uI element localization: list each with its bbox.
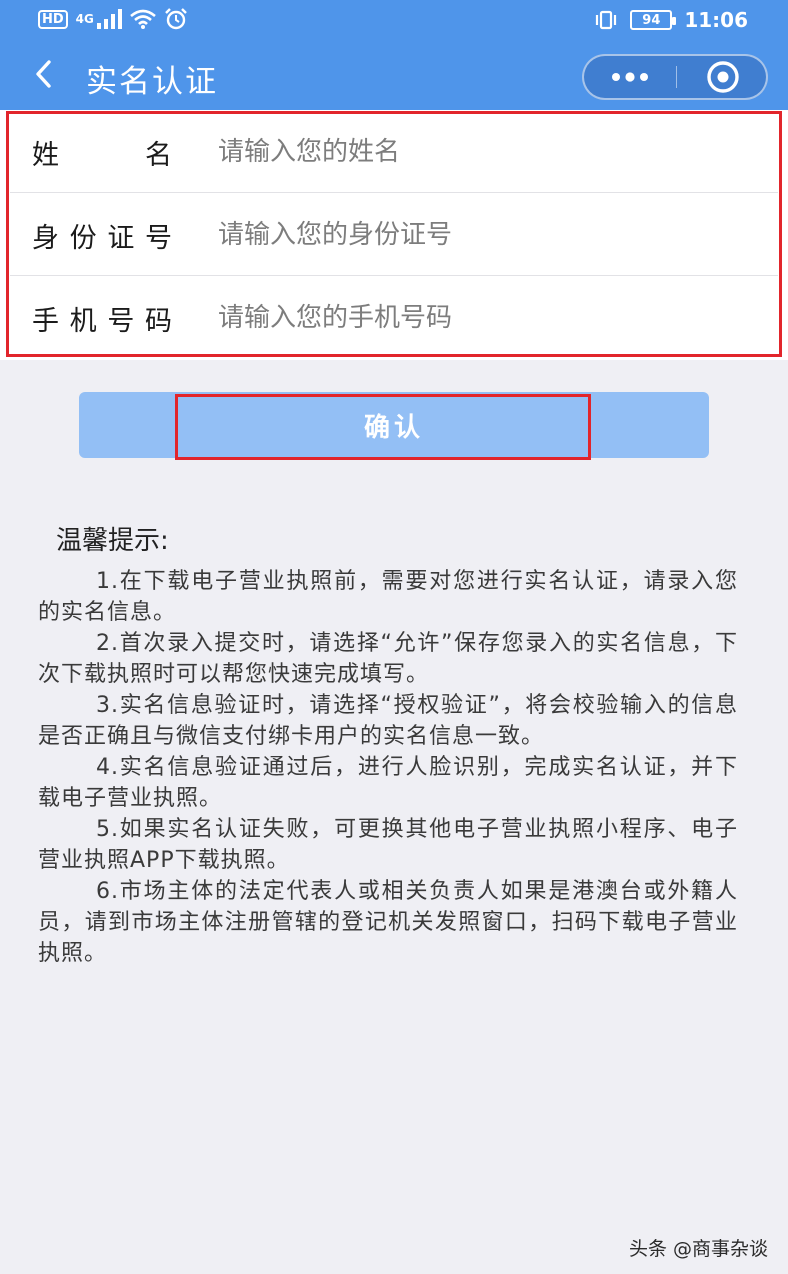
more-button[interactable] bbox=[584, 56, 676, 98]
realname-form: 姓名 身份证号 手机号码 bbox=[0, 110, 788, 360]
form-row-phone: 手机号码 bbox=[0, 276, 788, 359]
alarm-icon bbox=[165, 8, 187, 30]
tips-list: 1.在下载电子营业执照前，需要对您进行实名认证，请录入您的实名信息。 2.首次录… bbox=[38, 566, 738, 969]
tip-item: 3.实名信息验证时，请选择“授权验证”，将会校验输入的信息是否正确且与微信支付绑… bbox=[38, 693, 738, 749]
status-right-group: 94 11:06 bbox=[594, 8, 748, 32]
phone-input[interactable] bbox=[218, 290, 758, 346]
more-dots-icon bbox=[612, 72, 648, 82]
form-row-name: 姓名 bbox=[0, 110, 788, 193]
status-left-group: HD 4G bbox=[38, 8, 188, 30]
network-type-label: 4G bbox=[75, 12, 94, 26]
status-bar: HD 4G 94 11:06 bbox=[0, 0, 788, 40]
chevron-left-icon bbox=[36, 60, 51, 88]
name-label: 姓名 bbox=[32, 140, 172, 171]
header: HD 4G 94 11:06 实名认证 bbox=[0, 0, 788, 110]
nav-bar: 实名认证 bbox=[0, 40, 788, 110]
phone-label: 手机号码 bbox=[32, 306, 172, 337]
hd-badge: HD bbox=[38, 9, 68, 29]
page-title: 实名认证 bbox=[86, 64, 218, 100]
close-button[interactable] bbox=[678, 56, 768, 98]
name-input[interactable] bbox=[218, 124, 758, 180]
id-number-input[interactable] bbox=[218, 207, 758, 263]
battery-indicator: 94 bbox=[630, 10, 677, 30]
miniprogram-capsule bbox=[582, 54, 768, 100]
back-button[interactable] bbox=[24, 54, 64, 94]
tips-title: 温馨提示: bbox=[56, 526, 169, 556]
tip-item: 6.市场主体的法定代表人或相关负责人如果是港澳台或外籍人员，请到市场主体注册管辖… bbox=[38, 879, 738, 966]
confirm-button[interactable]: 确认 bbox=[79, 392, 709, 458]
capsule-divider bbox=[676, 66, 677, 88]
vibrate-icon bbox=[596, 10, 617, 30]
target-close-icon bbox=[707, 61, 739, 93]
tip-item: 1.在下载电子营业执照前，需要对您进行实名认证，请录入您的实名信息。 bbox=[38, 569, 738, 625]
status-time: 11:06 bbox=[684, 8, 748, 32]
tip-item: 5.如果实名认证失败，可更换其他电子营业执照小程序、电子营业执照APP下载执照。 bbox=[38, 817, 738, 873]
tip-item: 4.实名信息验证通过后，进行人脸识别，完成实名认证，并下载电子营业执照。 bbox=[38, 755, 738, 811]
id-number-label: 身份证号 bbox=[32, 223, 172, 254]
form-row-id-number: 身份证号 bbox=[0, 193, 788, 276]
wifi-icon bbox=[130, 9, 156, 29]
signal-icon bbox=[96, 9, 122, 29]
tip-item: 2.首次录入提交时，请选择“允许”保存您录入的实名信息，下次下载执照时可以帮您快… bbox=[38, 631, 738, 687]
watermark: 头条 @商事杂谈 bbox=[628, 1238, 768, 1260]
